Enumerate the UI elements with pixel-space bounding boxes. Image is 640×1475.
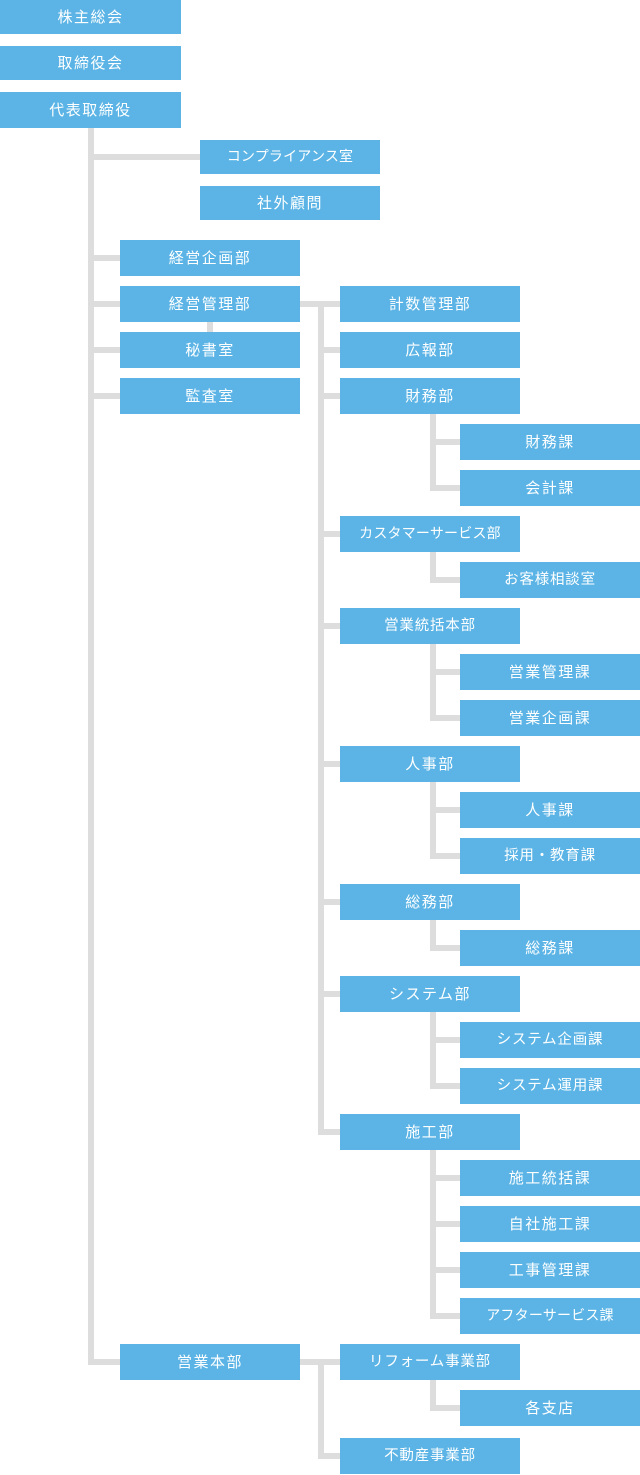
connector-line	[318, 393, 340, 399]
connector-line	[88, 1359, 120, 1365]
org-node[interactable]: お客様相談室	[460, 562, 640, 598]
connector-line	[88, 255, 120, 261]
org-node[interactable]: 監査室	[120, 378, 300, 414]
connector-line	[430, 669, 460, 675]
org-node[interactable]: 営業管理課	[460, 654, 640, 690]
connector-line	[318, 899, 340, 905]
connector-line	[318, 1453, 340, 1459]
org-node[interactable]: 広報部	[340, 332, 520, 368]
org-node[interactable]: コンプライアンス室	[200, 140, 380, 174]
connector-line	[318, 1359, 324, 1459]
org-node[interactable]: 総務課	[460, 930, 640, 966]
connector-line	[430, 552, 436, 580]
connector-line	[430, 1037, 460, 1043]
org-node[interactable]: 代表取締役	[0, 92, 181, 128]
connector-line	[430, 782, 436, 856]
org-node[interactable]: 取締役会	[0, 46, 181, 80]
org-node[interactable]: 営業本部	[120, 1344, 300, 1380]
org-node[interactable]: カスタマーサービス部	[340, 516, 520, 552]
org-node[interactable]: 経営管理部	[120, 286, 300, 322]
org-node[interactable]: 経営企画部	[120, 240, 300, 276]
org-node[interactable]: システム企画課	[460, 1022, 640, 1058]
connector-line	[430, 1267, 460, 1273]
org-node[interactable]: 株主総会	[0, 0, 181, 34]
connector-line	[318, 301, 340, 307]
org-node[interactable]: 計数管理部	[340, 286, 520, 322]
connector-line	[430, 1313, 460, 1319]
connector-line	[318, 347, 340, 353]
connector-line	[430, 577, 460, 583]
connector-line	[430, 439, 460, 445]
connector-line	[430, 807, 460, 813]
connector-line	[430, 1221, 460, 1227]
org-node[interactable]: 会計課	[460, 470, 640, 506]
connector-line	[430, 945, 460, 951]
organization-chart: 株主総会取締役会代表取締役 コンプライアンス室 社外顧問経営企画部経営管理部秘書室監…	[0, 0, 640, 1475]
org-node[interactable]: 施工統括課	[460, 1160, 640, 1196]
org-node[interactable]: リフォーム事業部	[340, 1344, 520, 1380]
org-node[interactable]: 施工部	[340, 1114, 520, 1150]
connector-line	[430, 1380, 436, 1408]
connector-line	[430, 414, 436, 488]
connector-line	[430, 853, 460, 859]
org-node[interactable]: 社外顧問	[200, 186, 380, 220]
connector-line	[318, 301, 324, 1131]
connector-line	[318, 623, 340, 629]
org-node[interactable]: 営業企画課	[460, 700, 640, 736]
connector-line	[88, 393, 120, 399]
connector-line	[430, 1175, 460, 1181]
org-node[interactable]: システム部	[340, 976, 520, 1012]
connector-line	[88, 347, 120, 353]
connector-line	[430, 1012, 436, 1086]
connector-line	[430, 485, 460, 491]
connector-line	[88, 154, 200, 160]
connector-line	[207, 322, 213, 332]
org-node[interactable]: 人事部	[340, 746, 520, 782]
org-node[interactable]: アフターサービス課	[460, 1298, 640, 1334]
org-node[interactable]: システム運用課	[460, 1068, 640, 1104]
org-node[interactable]: 各支店	[460, 1390, 640, 1426]
connector-line	[430, 1083, 460, 1089]
connector-line	[318, 991, 340, 997]
org-node[interactable]: 工事管理課	[460, 1252, 640, 1288]
connector-line	[430, 715, 460, 721]
connector-line	[88, 301, 120, 307]
org-node[interactable]: 自社施工課	[460, 1206, 640, 1242]
connector-line	[430, 920, 436, 948]
org-node[interactable]: 財務部	[340, 378, 520, 414]
connector-line	[430, 1405, 460, 1411]
org-node[interactable]: 人事課	[460, 792, 640, 828]
connector-line	[318, 1129, 340, 1135]
org-node[interactable]: 総務部	[340, 884, 520, 920]
org-node[interactable]: 営業統括本部	[340, 608, 520, 644]
org-node[interactable]: 採用・教育課	[460, 838, 640, 874]
org-node[interactable]: 秘書室	[120, 332, 300, 368]
connector-line	[430, 644, 436, 718]
org-node[interactable]: 財務課	[460, 424, 640, 460]
connector-line	[318, 761, 340, 767]
connector-line	[318, 1359, 340, 1365]
connector-line	[318, 531, 340, 537]
org-node[interactable]: 不動産事業部	[340, 1438, 520, 1474]
connector-line	[88, 128, 94, 1362]
